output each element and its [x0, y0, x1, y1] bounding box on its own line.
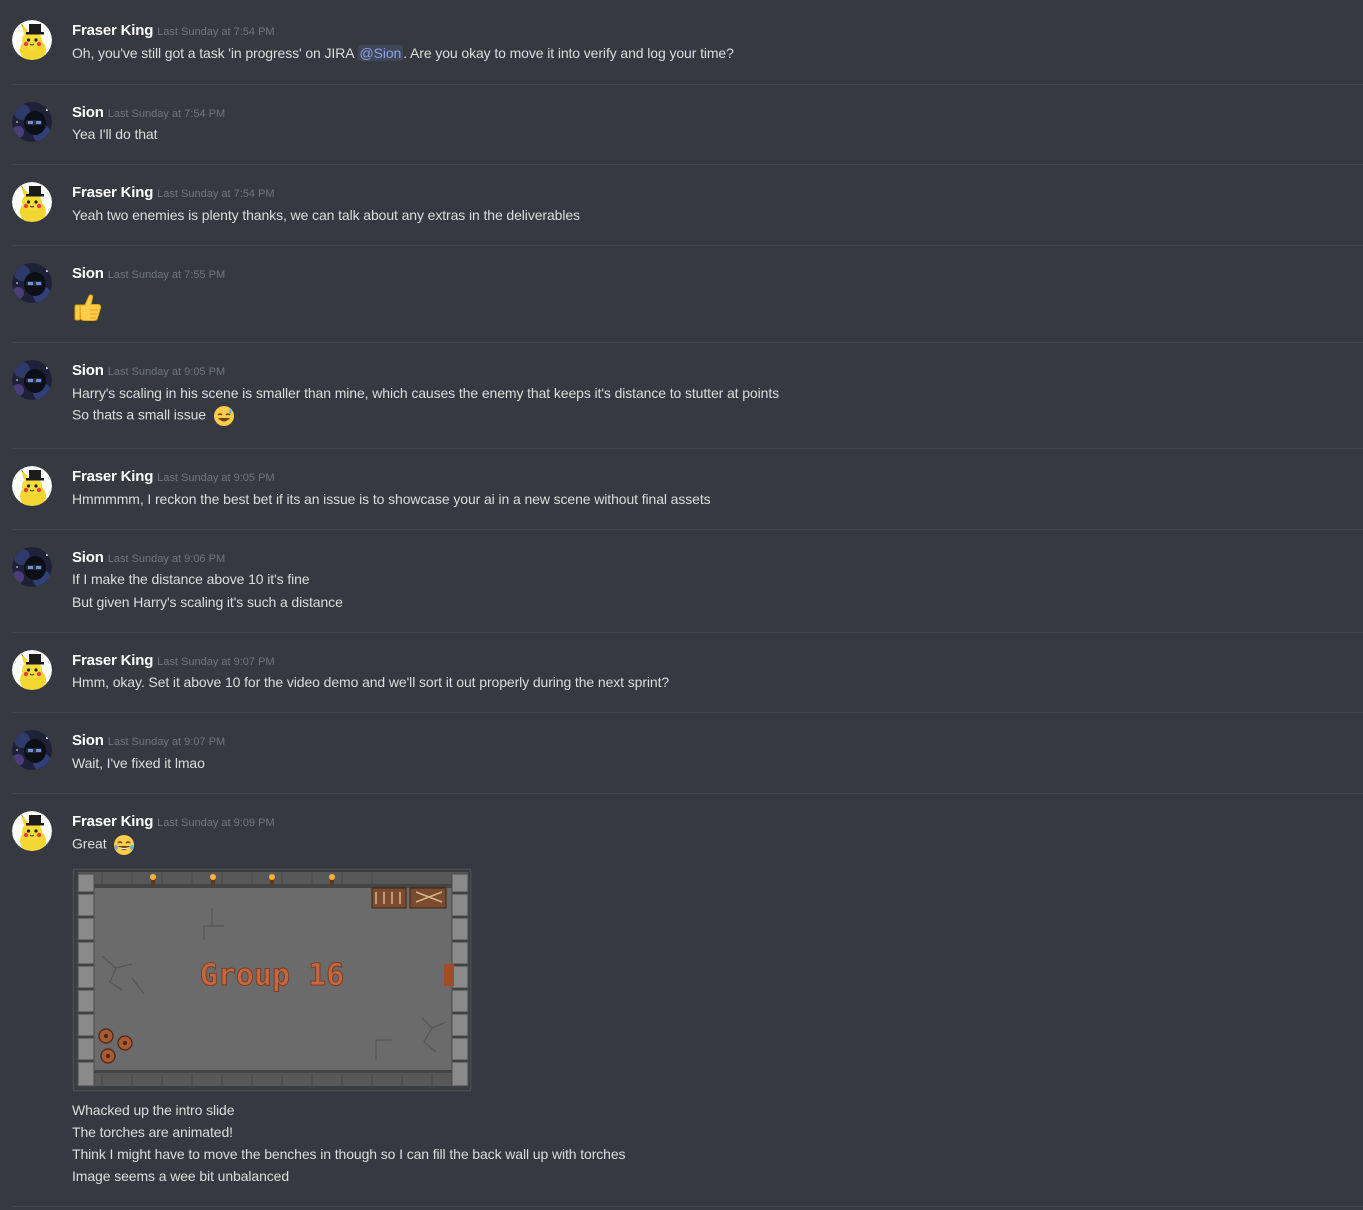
timestamp: Last Sunday at 9:06 PM [107, 553, 226, 565]
message-divider [12, 529, 1363, 530]
message-header: Sion Last Sunday at 9:07 PM [72, 732, 225, 750]
avatar-fraser-king[interactable] [12, 182, 52, 222]
message-text: Hmmmmm, I reckon the best bet if its an … [72, 491, 711, 507]
message-text: Yea I'll do that [72, 126, 158, 142]
message-text: So thats a small issue [72, 405, 235, 427]
message-text-part: . Are you okay to move it into verify an… [403, 45, 734, 61]
username[interactable]: Sion [72, 732, 104, 749]
username[interactable]: Fraser King [72, 22, 153, 39]
avatar-sion[interactable] [12, 547, 52, 587]
message-divider [12, 632, 1363, 633]
timestamp: Last Sunday at 9:07 PM [107, 736, 226, 748]
timestamp: Last Sunday at 7:54 PM [157, 188, 275, 200]
username[interactable]: Fraser King [72, 652, 153, 669]
message-text: Image seems a wee bit unbalanced [72, 1168, 290, 1184]
avatar-sion[interactable] [12, 263, 52, 303]
sweat-smile-icon[interactable] [213, 405, 235, 427]
message-text: Wait, I've fixed it lmao [72, 755, 205, 771]
message-header: Fraser King Last Sunday at 9:05 PM [72, 468, 275, 486]
message-text: But given Harry's scaling it's such a di… [72, 594, 343, 610]
message-divider [12, 712, 1363, 713]
message-divider [12, 84, 1363, 85]
timestamp: Last Sunday at 9:09 PM [157, 817, 275, 829]
avatar-fraser-king[interactable] [12, 650, 52, 690]
user-mention[interactable]: @Sion [357, 45, 404, 61]
message-divider [12, 793, 1363, 794]
username[interactable]: Fraser King [72, 468, 153, 485]
message-header: Fraser King Last Sunday at 7:54 PM [72, 22, 275, 40]
message-header: Fraser King Last Sunday at 9:09 PM [72, 813, 275, 831]
username[interactable]: Sion [72, 549, 104, 566]
message-text: Harry's scaling in his scene is smaller … [72, 385, 780, 401]
message-text-part: Great [72, 835, 107, 852]
avatar-sion[interactable] [12, 360, 52, 400]
message-divider [12, 448, 1363, 449]
avatar-sion[interactable] [12, 102, 52, 142]
username[interactable]: Sion [72, 265, 104, 282]
message-text: Oh, you've still got a task 'in progress… [72, 45, 734, 61]
message-header: Sion Last Sunday at 7:54 PM [72, 104, 225, 122]
message-text: Think I might have to move the benches i… [72, 1146, 626, 1162]
message-header: Sion Last Sunday at 7:55 PM [72, 265, 225, 283]
message-header: Sion Last Sunday at 9:06 PM [72, 549, 225, 567]
message-text: The torches are animated! [72, 1124, 233, 1140]
timestamp: Last Sunday at 7:55 PM [107, 269, 226, 281]
timestamp: Last Sunday at 9:05 PM [107, 366, 226, 378]
timestamp: Last Sunday at 9:07 PM [157, 656, 275, 668]
username[interactable]: Sion [72, 362, 104, 379]
message-text: Whacked up the intro slide [72, 1102, 235, 1118]
thumbs-up-icon[interactable] [72, 291, 104, 323]
username[interactable]: Sion [72, 104, 104, 121]
message-divider [12, 1206, 1363, 1207]
message-text: Hmm, okay. Set it above 10 for the video… [72, 674, 670, 690]
message-text: If I make the distance above 10 it's fin… [72, 571, 310, 587]
timestamp: Last Sunday at 9:05 PM [157, 472, 275, 484]
message-divider [12, 245, 1363, 246]
username[interactable]: Fraser King [72, 813, 153, 830]
attachment-title: Group 16 [200, 958, 345, 993]
avatar-sion[interactable] [12, 730, 52, 770]
message-text: Great [72, 834, 135, 856]
timestamp: Last Sunday at 7:54 PM [107, 108, 226, 120]
username[interactable]: Fraser King [72, 184, 153, 201]
message-header: Sion Last Sunday at 9:05 PM [72, 362, 225, 380]
message-divider [12, 342, 1363, 343]
image-attachment[interactable]: Group 16 [72, 868, 472, 1092]
avatar-fraser-king[interactable] [12, 466, 52, 506]
avatar-fraser-king[interactable] [12, 811, 52, 851]
message-header: Fraser King Last Sunday at 9:07 PM [72, 652, 275, 670]
message-list: Fraser King Last Sunday at 7:54 PM Oh, yo… [0, 0, 1363, 1210]
message-text-part: Oh, you've still got a task 'in progress… [72, 45, 358, 61]
message-text: Yeah two enemies is plenty thanks, we ca… [72, 207, 580, 223]
joy-icon[interactable] [113, 834, 135, 856]
timestamp: Last Sunday at 7:54 PM [157, 26, 275, 38]
avatar-fraser-king[interactable] [12, 20, 52, 60]
message-divider [12, 164, 1363, 165]
message-text-part: So thats a small issue [72, 406, 206, 423]
message-header: Fraser King Last Sunday at 7:54 PM [72, 184, 275, 202]
